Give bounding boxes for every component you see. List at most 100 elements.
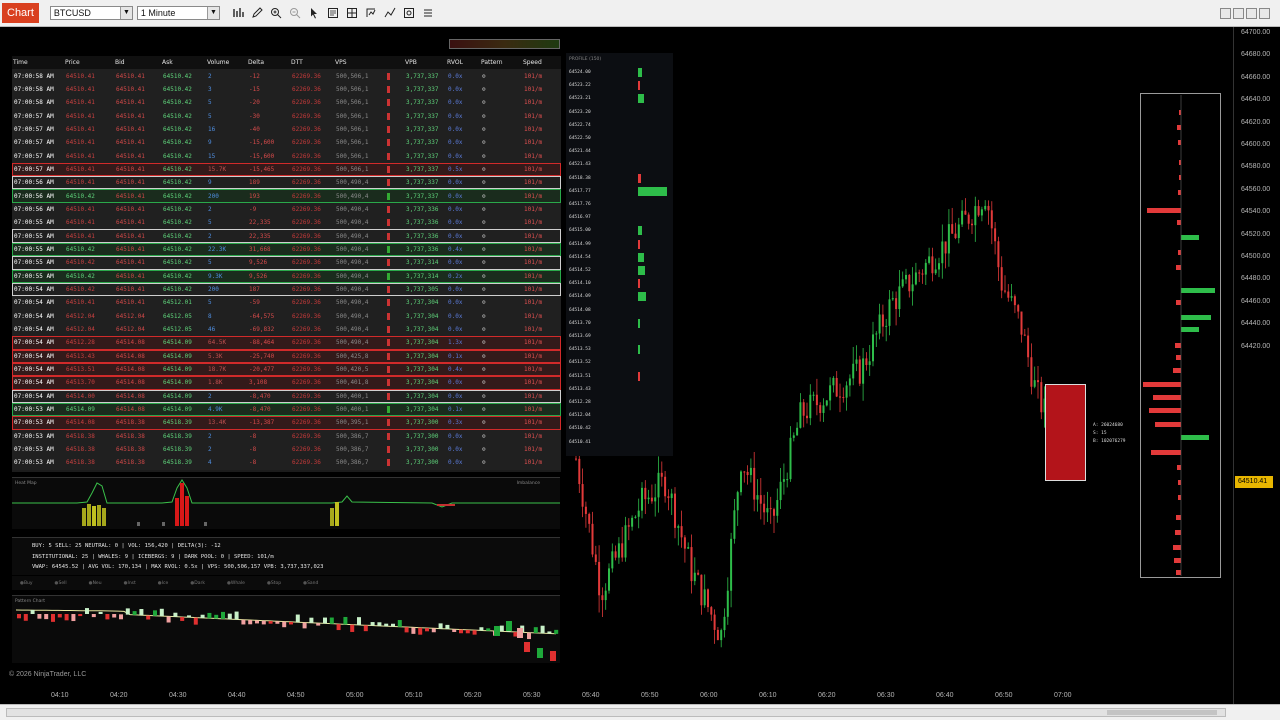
cell-v: 5 bbox=[208, 99, 212, 107]
column-header-bid[interactable]: Bid bbox=[115, 59, 162, 66]
table-row[interactable]: 07:00:54 AM 64514.00 64514.08 64514.09 2 -8,4… bbox=[12, 389, 561, 403]
scrollbar-thumb[interactable] bbox=[1107, 710, 1217, 715]
table-row[interactable]: 07:00:53 AM 64518.38 64518.38 64518.39 4 -8 62… bbox=[12, 456, 561, 469]
cell-s: 101/m bbox=[524, 192, 543, 200]
cell-t: 07:00:54 AM bbox=[14, 366, 54, 374]
cell-dtt: 62269.36 bbox=[292, 419, 321, 427]
candle bbox=[872, 334, 874, 362]
profile-price: 64517.77 bbox=[569, 188, 591, 194]
column-header-time[interactable]: Time bbox=[12, 59, 65, 66]
time-and-sales-table[interactable]: Time Price Bid Ask Volume Delta DTT VPS VPB RVOL P… bbox=[12, 56, 561, 472]
table-row[interactable]: 07:00:56 AM 64510.42 64510.41 64510.42 200 19… bbox=[12, 189, 561, 203]
table-row[interactable]: 07:00:55 AM 64510.41 64510.41 64510.42 2 22,3… bbox=[12, 229, 561, 243]
column-header-vps[interactable]: VPS bbox=[335, 59, 405, 66]
cell-vpb: 3,737,300 bbox=[406, 446, 439, 454]
table-row[interactable]: 07:00:54 AM 64513.43 64514.08 64514.09 5.3K -… bbox=[12, 349, 561, 363]
table-row[interactable]: 07:00:54 AM 64512.04 64512.04 64512.05 8 -64,… bbox=[12, 310, 561, 323]
table-row[interactable]: 07:00:55 AM 64510.41 64510.41 64510.42 5 22,3… bbox=[12, 216, 561, 229]
table-row[interactable]: 07:00:58 AM 64510.41 64510.41 64510.42 3 -15 6… bbox=[12, 83, 561, 96]
volume-profile-box[interactable] bbox=[1140, 93, 1221, 578]
pattern-candle bbox=[411, 627, 416, 634]
table-row[interactable]: 07:00:58 AM 64510.41 64510.41 64510.42 5 -20 6… bbox=[12, 96, 561, 109]
candle bbox=[898, 286, 901, 310]
column-header-dtt[interactable]: DTT bbox=[291, 59, 335, 66]
cell-vps: 500,490,4 bbox=[336, 312, 406, 320]
pattern-candle bbox=[268, 621, 273, 624]
candle bbox=[842, 397, 845, 399]
table-row[interactable]: 07:00:53 AM 64518.38 64518.38 64518.39 2 -8 62… bbox=[12, 430, 561, 443]
pattern-icon: ⊜ bbox=[482, 179, 486, 187]
candle bbox=[667, 496, 670, 499]
table-row[interactable]: 07:00:56 AM 64510.41 64510.41 64510.42 2 -9 62… bbox=[12, 203, 561, 216]
table-row[interactable]: 07:00:57 AM 64510.41 64510.41 64510.42 15.7K… bbox=[12, 162, 561, 177]
table-row[interactable]: 07:00:57 AM 64510.41 64510.41 64510.42 9 -15,… bbox=[12, 136, 561, 149]
table-row[interactable]: 07:00:55 AM 64510.42 64510.41 64510.42 22.3K… bbox=[12, 242, 561, 257]
absorption-zone[interactable] bbox=[1045, 384, 1086, 481]
table-row[interactable]: 07:00:57 AM 64510.41 64510.41 64510.42 16 -40… bbox=[12, 123, 561, 136]
volume-bar bbox=[387, 326, 390, 334]
table-row[interactable]: 07:00:53 AM 64518.38 64518.38 64518.39 2 -8 62… bbox=[12, 443, 561, 456]
cell-dtt: 62269.36 bbox=[292, 112, 321, 120]
table-row[interactable]: 07:00:54 AM 64513.70 64514.08 64514.09 1.8K 3… bbox=[12, 376, 561, 390]
restore-button[interactable] bbox=[1246, 7, 1257, 19]
cell-v: 2 bbox=[208, 205, 212, 213]
pattern-candle bbox=[479, 627, 484, 631]
column-header-pattern[interactable]: Pattern bbox=[481, 59, 523, 66]
time-axis[interactable]: 04:10 04:20 04:30 04:40 04:50 05:00 05:10 05:20… bbox=[0, 690, 1233, 704]
candle bbox=[891, 298, 894, 300]
candle bbox=[855, 359, 858, 364]
column-header-delta[interactable]: Delta bbox=[248, 59, 291, 66]
cell-v: 2 bbox=[208, 232, 212, 240]
table-row[interactable]: 07:00:54 AM 64512.28 64514.08 64514.09 64.5K… bbox=[12, 336, 561, 350]
table-row[interactable]: 07:00:57 AM 64510.41 64510.41 64510.42 5 -30 6… bbox=[12, 109, 561, 122]
table-row[interactable]: 07:00:54 AM 64513.51 64514.08 64514.09 18.7K… bbox=[12, 362, 561, 377]
table-row[interactable]: 07:00:55 AM 64510.42 64510.41 64510.42 9.3K 9… bbox=[12, 269, 561, 283]
volume-bar bbox=[387, 152, 390, 160]
column-header-speed[interactable]: Speed bbox=[523, 59, 558, 66]
cell-b: 64510.41 bbox=[116, 219, 145, 227]
column-header-vpb[interactable]: VPB bbox=[405, 59, 447, 66]
table-row[interactable]: 07:00:53 AM 64514.08 64518.38 64518.39 13.4K… bbox=[12, 416, 561, 430]
table-row[interactable]: 07:00:56 AM 64510.41 64510.41 64510.42 9 189 6… bbox=[12, 176, 561, 190]
table-row[interactable]: 07:00:54 AM 64510.42 64510.41 64510.42 200 18… bbox=[12, 282, 561, 297]
volume-bar bbox=[387, 339, 390, 347]
column-header-rvol[interactable]: RVOL bbox=[447, 59, 481, 66]
time-tick-label: 06:50 bbox=[995, 692, 1013, 699]
cell-v: 5 bbox=[208, 259, 212, 267]
table-row[interactable]: 07:00:55 AM 64510.42 64510.41 64510.42 5 9,52… bbox=[12, 256, 561, 270]
cell-vps: 500,506,1 bbox=[336, 85, 406, 93]
cell-b: 64514.08 bbox=[116, 352, 145, 360]
pattern-icon: ⊜ bbox=[482, 139, 486, 147]
candle bbox=[934, 269, 937, 274]
column-header-ask[interactable]: Ask bbox=[162, 59, 207, 66]
horizontal-scrollbar[interactable] bbox=[6, 708, 1226, 717]
profile-price: 64512.04 bbox=[569, 413, 591, 419]
candle bbox=[961, 210, 964, 225]
time-tick-label: 07:00 bbox=[1054, 692, 1072, 699]
table-row[interactable]: 07:00:54 AM 64512.04 64512.04 64512.05 46 -69… bbox=[12, 323, 561, 336]
table-row[interactable]: 07:00:53 AM 64514.09 64514.08 64514.09 4.9K -… bbox=[12, 402, 561, 417]
table-row[interactable]: 07:00:58 AM 64510.41 64510.41 64510.42 2 -12 6… bbox=[12, 69, 561, 82]
cell-vps: 500,395,1 bbox=[336, 419, 406, 427]
cell-r: 0.0x bbox=[448, 152, 463, 160]
legend-item: Ice bbox=[158, 581, 169, 586]
candle bbox=[740, 471, 742, 493]
price-axis[interactable]: 64700.00 64680.00 64660.00 64640.00 64620.00… bbox=[1233, 27, 1280, 704]
column-header-volume[interactable]: Volume bbox=[207, 59, 248, 66]
time-tick-label: 05:50 bbox=[641, 692, 659, 699]
column-header-price[interactable]: Price bbox=[65, 59, 115, 66]
cell-r: 0.0x bbox=[448, 205, 463, 213]
profile-price: 64521.44 bbox=[569, 149, 591, 155]
pattern-candle bbox=[554, 629, 559, 634]
cell-dtt: 62269.36 bbox=[292, 352, 321, 360]
price-tick-label: 64420.00 bbox=[1241, 342, 1271, 350]
table-row[interactable]: 07:00:54 AM 64510.41 64510.41 64512.01 5 -59 6… bbox=[12, 296, 561, 309]
table-row[interactable]: 07:00:57 AM 64510.41 64510.41 64510.42 15 -15… bbox=[12, 149, 561, 162]
close-button[interactable] bbox=[1259, 7, 1270, 19]
candle bbox=[792, 435, 795, 438]
cell-v: 3 bbox=[208, 85, 212, 93]
maximize-button[interactable] bbox=[1233, 7, 1244, 19]
candle bbox=[773, 509, 775, 516]
cell-p: 64510.42 bbox=[66, 245, 95, 253]
cell-vps: 500,490,4 bbox=[336, 205, 406, 213]
